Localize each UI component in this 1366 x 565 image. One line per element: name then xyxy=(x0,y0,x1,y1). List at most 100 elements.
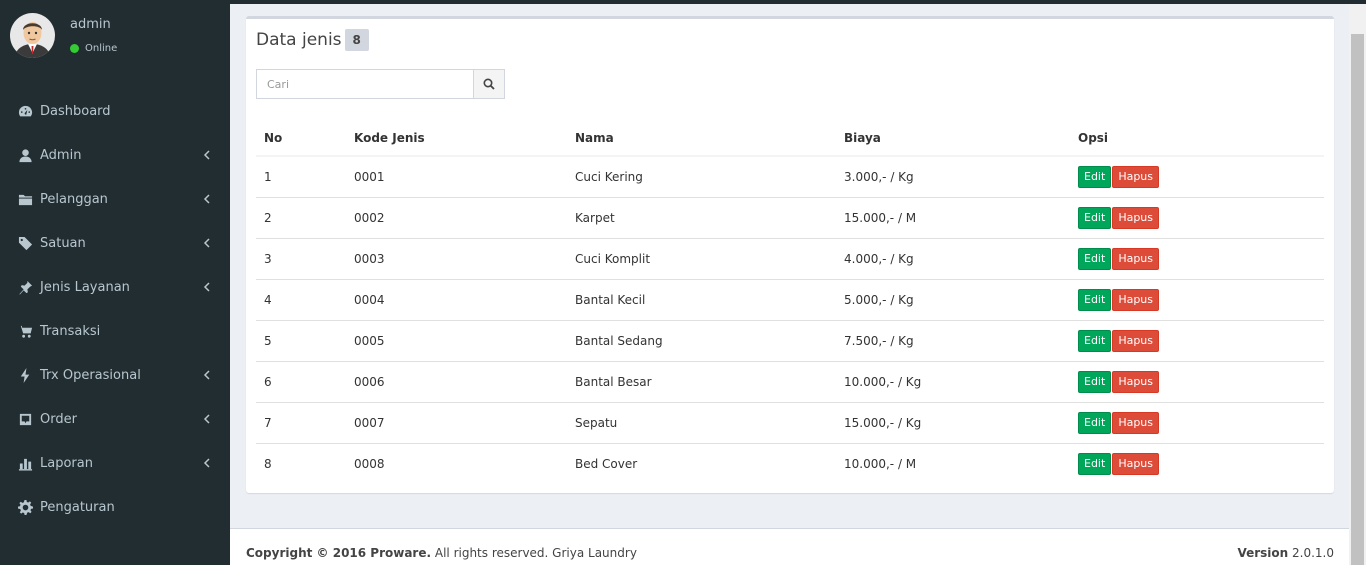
edit-button[interactable]: Edit xyxy=(1078,329,1112,352)
cell-biaya: 7.500,- / Kg xyxy=(836,319,1070,361)
delete-button[interactable]: Hapus xyxy=(1112,165,1160,188)
col-header-no: No xyxy=(256,120,346,157)
cell-biaya: 15.000,- / M xyxy=(836,196,1070,238)
user-icon xyxy=(17,147,33,163)
count-badge: 8 xyxy=(344,29,369,51)
delete-button[interactable]: Hapus xyxy=(1112,206,1160,229)
cell-no: 6 xyxy=(256,360,346,402)
edit-button[interactable]: Edit xyxy=(1078,165,1112,188)
avatar[interactable] xyxy=(10,13,55,58)
cart-icon xyxy=(17,323,33,339)
sidebar-item-dashboard[interactable]: Dashboard xyxy=(0,89,230,133)
table-row: 3 0003 Cuci Komplit 4.000,- / Kg Edit Hapus xyxy=(256,237,1324,279)
chevron-left-icon xyxy=(203,413,211,424)
cell-kode: 0003 xyxy=(346,237,567,279)
cell-nama: Karpet xyxy=(567,196,836,238)
page-title: Data jenis xyxy=(256,30,342,50)
cell-kode: 0001 xyxy=(354,169,385,184)
col-header-kode: Kode Jenis xyxy=(346,120,567,157)
cell-no: 8 xyxy=(256,442,346,484)
cell-kode: 0002 xyxy=(346,196,567,238)
tag-icon xyxy=(17,235,33,251)
cell-kode: 0008 xyxy=(346,442,567,484)
cell-opsi: Edit Hapus xyxy=(1070,442,1324,484)
jenis-table: No Kode Jenis Nama Biaya Opsi 1 0001 Cuci … xyxy=(256,120,1324,484)
delete-button[interactable]: Hapus xyxy=(1112,411,1160,434)
cell-biaya: 3.000,- / Kg xyxy=(844,169,914,184)
table-row: 6 0006 Bantal Besar 10.000,- / Kg Edit Hapus xyxy=(256,360,1324,402)
cell-nama: Bed Cover xyxy=(567,442,836,484)
cell-no: 5 xyxy=(256,319,346,361)
table-row: 1 0001 Cuci Kering 3.000,- / Kg Edit Hapus xyxy=(256,156,1324,197)
chevron-left-icon xyxy=(203,457,211,468)
chevron-left-icon xyxy=(203,369,211,380)
sidebar-menu: Dashboard Admin Pelanggan Satuan Jenis L… xyxy=(0,89,230,529)
cell-nama: Cuci Komplit xyxy=(567,237,836,279)
cell-kode: 0006 xyxy=(346,360,567,402)
delete-button[interactable]: Hapus xyxy=(1112,247,1160,270)
sidebar-item-jenis-layanan[interactable]: Jenis Layanan xyxy=(0,265,230,309)
col-header-nama: Nama xyxy=(567,120,836,157)
edit-button[interactable]: Edit xyxy=(1078,247,1112,270)
cell-opsi: Edit Hapus xyxy=(1070,196,1324,238)
sidebar-item-pengaturan[interactable]: Pengaturan xyxy=(0,485,230,529)
scrollbar[interactable] xyxy=(1349,4,1366,565)
sidebar-item-admin[interactable]: Admin xyxy=(0,133,230,177)
bar-chart-icon xyxy=(17,455,33,471)
top-strip xyxy=(230,0,1366,4)
cell-opsi: Edit Hapus xyxy=(1070,278,1324,320)
gear-icon xyxy=(17,499,33,515)
cell-opsi: Edit Hapus xyxy=(1070,156,1324,197)
search-button[interactable] xyxy=(473,69,505,99)
delete-button[interactable]: Hapus xyxy=(1112,452,1160,475)
scroll-thumb[interactable] xyxy=(1351,34,1364,565)
sidebar-item-order[interactable]: Order xyxy=(0,397,230,441)
cell-biaya: 10.000,- / Kg xyxy=(836,360,1070,402)
copyright: Copyright © 2016 Proware. All rights res… xyxy=(246,546,637,560)
sidebar-item-laporan[interactable]: Laporan xyxy=(0,441,230,485)
delete-button[interactable]: Hapus xyxy=(1112,288,1160,311)
table-row: 4 0004 Bantal Kecil 5.000,- / Kg Edit Hapus xyxy=(256,278,1324,320)
table-row: 5 0005 Bantal Sedang 7.500,- / Kg Edit Hapus xyxy=(256,319,1324,361)
cell-nama: Cuci Kering xyxy=(575,169,643,184)
chevron-left-icon xyxy=(203,281,211,292)
footer: Copyright © 2016 Proware. All rights res… xyxy=(230,528,1349,565)
table-row: 8 0008 Bed Cover 10.000,- / M Edit Hapus xyxy=(256,442,1324,484)
table-header-row: No Kode Jenis Nama Biaya Opsi xyxy=(256,120,1324,157)
table-body: 1 0001 Cuci Kering 3.000,- / Kg Edit Hapus 2 00… xyxy=(256,156,1324,484)
table-row: 2 0002 Karpet 15.000,- / M Edit Hapus xyxy=(256,196,1324,238)
edit-button[interactable]: Edit xyxy=(1078,288,1112,311)
col-header-biaya: Biaya xyxy=(836,120,1070,157)
search-icon xyxy=(483,78,495,90)
user-panel: admin Online xyxy=(0,0,230,80)
inbox-icon xyxy=(17,411,33,427)
cell-biaya: 4.000,- / Kg xyxy=(836,237,1070,279)
delete-button[interactable]: Hapus xyxy=(1112,370,1160,393)
cell-opsi: Edit Hapus xyxy=(1070,401,1324,443)
cell-nama: Bantal Sedang xyxy=(567,319,836,361)
cell-opsi: Edit Hapus xyxy=(1070,237,1324,279)
sidebar-item-pelanggan[interactable]: Pelanggan xyxy=(0,177,230,221)
delete-button[interactable]: Hapus xyxy=(1112,329,1160,352)
chevron-left-icon xyxy=(203,193,211,204)
edit-button[interactable]: Edit xyxy=(1078,206,1112,229)
cell-no: 7 xyxy=(256,401,346,443)
online-dot-icon xyxy=(70,44,79,53)
edit-button[interactable]: Edit xyxy=(1078,370,1112,393)
search-input[interactable] xyxy=(256,69,473,99)
sidebar-item-satuan[interactable]: Satuan xyxy=(0,221,230,265)
sidebar-item-transaksi[interactable]: Transaksi xyxy=(0,309,230,353)
edit-button[interactable]: Edit xyxy=(1078,452,1112,475)
sidebar-item-trx-operasional[interactable]: Trx Operasional xyxy=(0,353,230,397)
bolt-icon xyxy=(17,367,33,383)
cell-biaya: 15.000,- / Kg xyxy=(836,401,1070,443)
user-status: Online xyxy=(70,43,117,54)
sidebar: admin Online Dashboard Admin Pelanggan S… xyxy=(0,0,230,565)
edit-button[interactable]: Edit xyxy=(1078,411,1112,434)
folder-icon xyxy=(17,191,33,207)
cell-no: 1 xyxy=(264,169,272,184)
search-group xyxy=(256,69,505,99)
cell-nama: Sepatu xyxy=(567,401,836,443)
chevron-left-icon xyxy=(203,237,211,248)
user-status-label: Online xyxy=(85,43,118,54)
